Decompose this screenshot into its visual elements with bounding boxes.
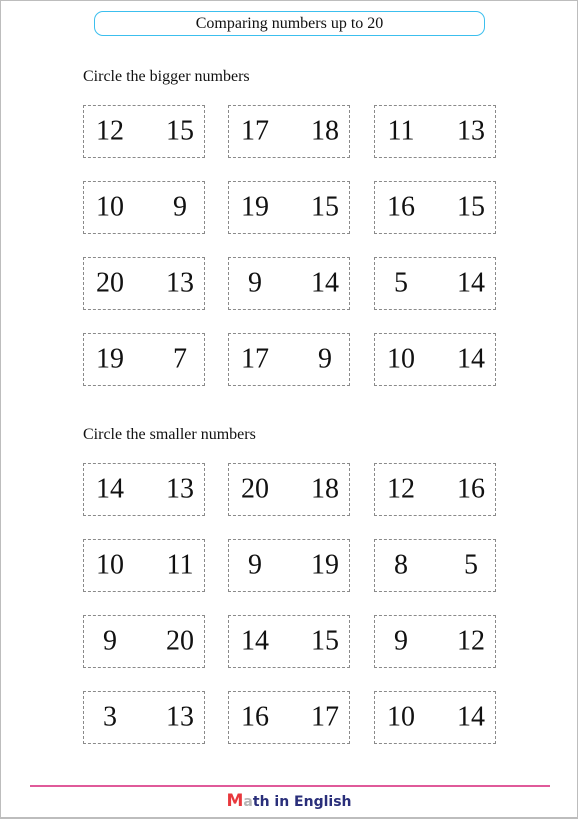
number-pair-box: 9 14 <box>228 257 350 310</box>
footer-divider <box>30 785 550 787</box>
brand-letter-a: a <box>243 794 253 810</box>
number-pair-box: 5 14 <box>374 257 496 310</box>
number-left[interactable]: 17 <box>241 116 269 145</box>
number-pair-box: 12 15 <box>83 105 205 158</box>
number-left[interactable]: 14 <box>241 626 269 655</box>
number-pair-box: 17 9 <box>228 333 350 386</box>
number-left[interactable]: 12 <box>387 474 415 503</box>
brand-logo: Math in English <box>0 791 578 811</box>
number-pair-box: 16 15 <box>374 181 496 234</box>
number-right[interactable]: 19 <box>311 550 339 579</box>
number-left[interactable]: 9 <box>394 626 408 655</box>
number-left[interactable]: 10 <box>387 702 415 731</box>
number-pair-box: 12 16 <box>374 463 496 516</box>
worksheet-title: Comparing numbers up to 20 <box>94 11 485 36</box>
number-right[interactable]: 13 <box>166 474 194 503</box>
number-pair-box: 10 14 <box>374 691 496 744</box>
number-right[interactable]: 18 <box>311 116 339 145</box>
brand-text: th in English <box>252 794 352 810</box>
number-right[interactable]: 9 <box>318 344 332 373</box>
number-right[interactable]: 14 <box>457 702 485 731</box>
number-right[interactable]: 11 <box>167 550 194 579</box>
number-right[interactable]: 7 <box>173 344 187 373</box>
number-left[interactable]: 19 <box>96 344 124 373</box>
number-left[interactable]: 16 <box>387 192 415 221</box>
number-right[interactable]: 20 <box>166 626 194 655</box>
number-pair-box: 17 18 <box>228 105 350 158</box>
number-pair-box: 20 18 <box>228 463 350 516</box>
number-left[interactable]: 10 <box>96 550 124 579</box>
number-left[interactable]: 14 <box>96 474 124 503</box>
number-right[interactable]: 15 <box>311 192 339 221</box>
number-pair-box: 3 13 <box>83 691 205 744</box>
number-pair-box: 14 15 <box>228 615 350 668</box>
number-left[interactable]: 12 <box>96 116 124 145</box>
number-left[interactable]: 9 <box>103 626 117 655</box>
number-pair-box: 10 14 <box>374 333 496 386</box>
number-left[interactable]: 20 <box>241 474 269 503</box>
number-pair-box: 9 19 <box>228 539 350 592</box>
number-right[interactable]: 15 <box>166 116 194 145</box>
number-right[interactable]: 5 <box>464 550 478 579</box>
number-left[interactable]: 10 <box>96 192 124 221</box>
number-left[interactable]: 20 <box>96 268 124 297</box>
number-pair-box: 16 17 <box>228 691 350 744</box>
number-pair-box: 9 20 <box>83 615 205 668</box>
number-left[interactable]: 17 <box>241 344 269 373</box>
number-pair-box: 10 9 <box>83 181 205 234</box>
number-left[interactable]: 16 <box>241 702 269 731</box>
number-pair-box: 85 <box>374 539 496 592</box>
number-right[interactable]: 14 <box>457 268 485 297</box>
number-right[interactable]: 12 <box>457 626 485 655</box>
worksheet-title-text: Comparing numbers up to 20 <box>195 14 384 32</box>
number-pair-box: 9 12 <box>374 615 496 668</box>
number-left[interactable]: 10 <box>387 344 415 373</box>
number-left[interactable]: 9 <box>248 550 262 579</box>
number-left[interactable]: 11 <box>388 116 415 145</box>
number-right[interactable]: 9 <box>173 192 187 221</box>
number-right[interactable]: 14 <box>457 344 485 373</box>
number-pair-box: 11 13 <box>374 105 496 158</box>
number-right[interactable]: 16 <box>457 474 485 503</box>
number-right[interactable]: 13 <box>166 702 194 731</box>
number-right[interactable]: 18 <box>311 474 339 503</box>
number-right[interactable]: 17 <box>311 702 339 731</box>
number-right[interactable]: 15 <box>311 626 339 655</box>
number-pair-box: 14 13 <box>83 463 205 516</box>
number-right[interactable]: 14 <box>311 268 339 297</box>
number-left[interactable]: 19 <box>241 192 269 221</box>
section-label-bigger: Circle the bigger numbers <box>83 68 250 85</box>
number-left[interactable]: 3 <box>103 702 117 731</box>
number-left[interactable]: 8 <box>394 550 408 579</box>
number-right[interactable]: 15 <box>457 192 485 221</box>
number-right[interactable]: 13 <box>457 116 485 145</box>
number-pair-box: 20 13 <box>83 257 205 310</box>
brand-letter-m: M <box>226 791 244 811</box>
number-pair-box: 10 11 <box>83 539 205 592</box>
number-pair-box: 19 7 <box>83 333 205 386</box>
number-left[interactable]: 9 <box>248 268 262 297</box>
number-left[interactable]: 5 <box>394 268 408 297</box>
number-pair-box: 19 15 <box>228 181 350 234</box>
section-label-smaller: Circle the smaller numbers <box>83 426 256 443</box>
number-right[interactable]: 13 <box>166 268 194 297</box>
